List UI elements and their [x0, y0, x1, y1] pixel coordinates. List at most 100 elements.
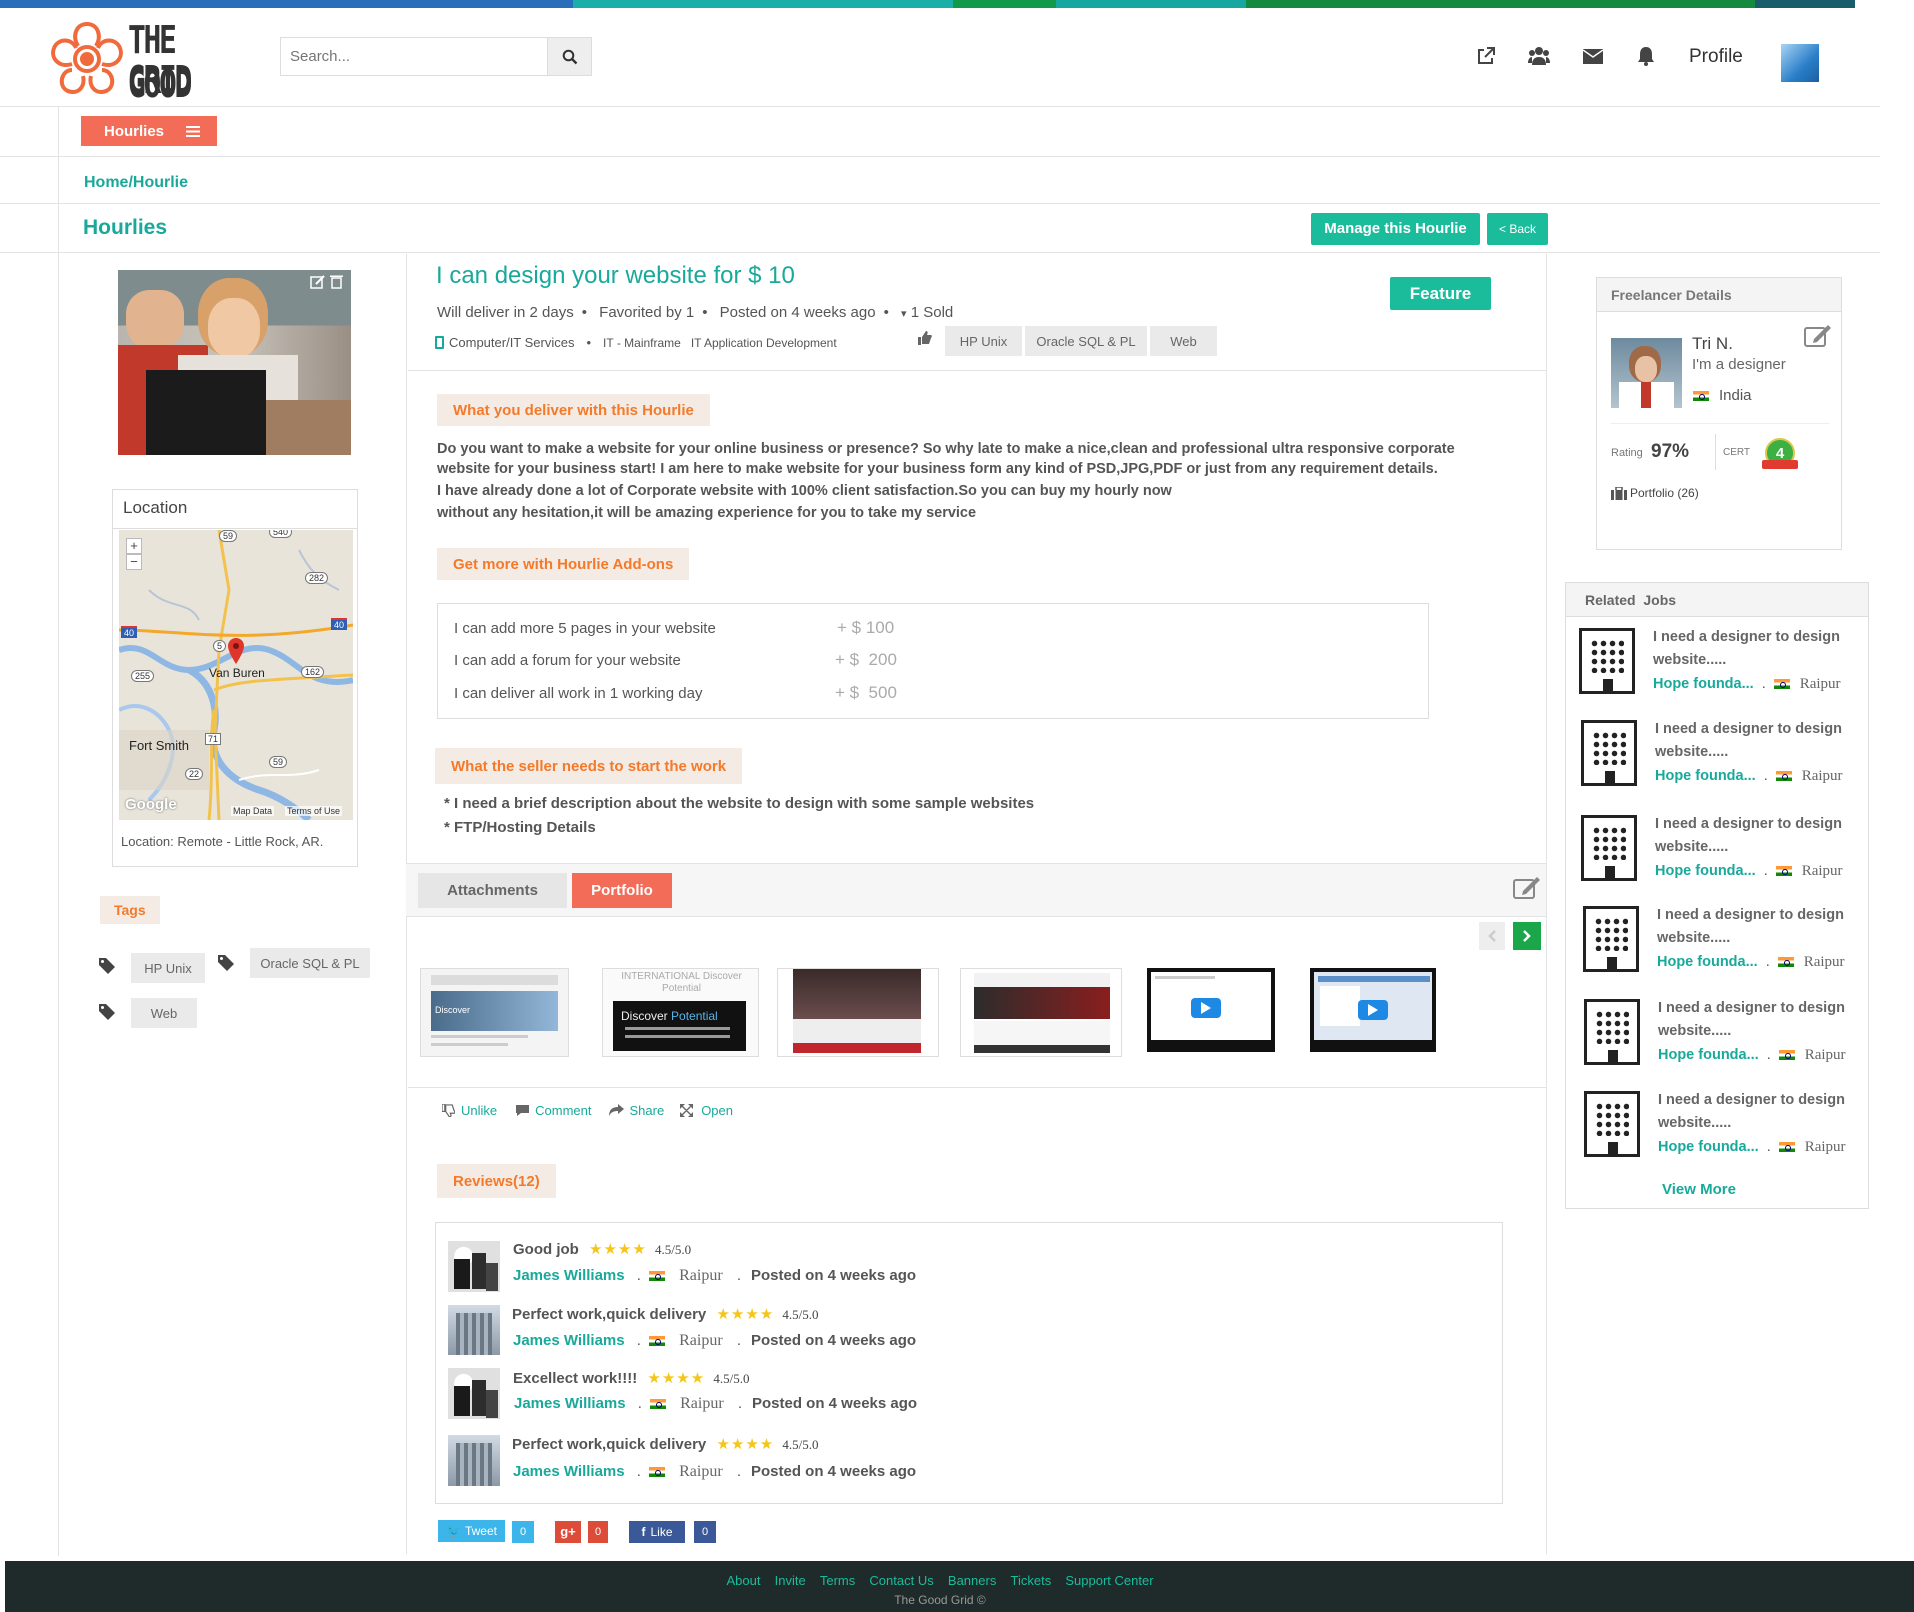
play-icon: [1201, 1002, 1211, 1014]
thumbs-down-icon: [442, 1104, 455, 1117]
building-icon: [1584, 1091, 1640, 1157]
tweet-count: 0: [512, 1521, 534, 1543]
portfolio-thumb[interactable]: INTERNATIONAL Discover Potential Discove…: [602, 968, 759, 1057]
tags-heading: Tags: [100, 896, 160, 924]
breadcrumb[interactable]: Home/Hourlie: [84, 174, 188, 192]
tag-chip[interactable]: Oracle SQL & PL: [250, 948, 370, 978]
related-job-company[interactable]: Hope founda...: [1658, 1139, 1759, 1155]
portfolio-thumb[interactable]: [1147, 968, 1275, 1052]
tag-chip[interactable]: Web: [131, 998, 197, 1028]
freelancer-avatar[interactable]: [1611, 338, 1682, 408]
manage-hourlie-button[interactable]: Manage this Hourlie: [1311, 213, 1480, 245]
map-terms-link[interactable]: Terms of Use: [285, 806, 343, 816]
divider: [408, 370, 1546, 371]
footer-link-banners[interactable]: Banners: [948, 1573, 996, 1588]
location-map[interactable]: + − 59 540 282 40 40 5 255 162 71 59 22 …: [119, 530, 353, 820]
map-road-label: 162: [301, 666, 325, 678]
related-job-company[interactable]: Hope founda...: [1658, 1047, 1759, 1063]
search-button[interactable]: [547, 38, 591, 75]
twitter-icon: 🐦: [446, 1524, 461, 1538]
reviewer-name[interactable]: James Williams: [513, 1463, 625, 1480]
category-link[interactable]: Computer/IT Services: [449, 335, 574, 350]
zoom-out-button[interactable]: −: [126, 554, 142, 570]
location-text: Location: Remote - Little Rock, AR.: [121, 834, 324, 849]
unlike-link[interactable]: Unlike: [461, 1103, 497, 1118]
skill-chip[interactable]: Web: [1150, 326, 1217, 356]
freelancer-panel: Freelancer Details Tri N. I'm a designer…: [1596, 277, 1842, 550]
reviews-heading: Reviews(12): [437, 1164, 556, 1198]
edit-icon[interactable]: [1513, 876, 1541, 900]
addon-price: + $ 200: [835, 650, 897, 669]
related-job-title[interactable]: I need a designer to design website.....: [1658, 1089, 1868, 1135]
search-input[interactable]: [281, 38, 547, 75]
footer-link-contact[interactable]: Contact Us: [869, 1573, 933, 1588]
open-link[interactable]: Open: [701, 1103, 733, 1118]
comment-link[interactable]: Comment: [535, 1103, 591, 1118]
users-icon[interactable]: [1528, 46, 1550, 66]
related-job-title[interactable]: I need a designer to design website.....: [1655, 813, 1865, 859]
skill-chip[interactable]: HP Unix: [945, 326, 1022, 356]
reviewer-name[interactable]: James Williams: [514, 1395, 626, 1412]
review-meta: James Williams . Raipur . Posted on 4 wee…: [514, 1395, 918, 1412]
feature-button[interactable]: Feature: [1390, 277, 1491, 310]
avatar[interactable]: [1781, 44, 1819, 82]
review-meta: James Williams . Raipur . Posted on 4 wee…: [513, 1267, 917, 1284]
related-job-title[interactable]: I need a designer to design website.....: [1657, 904, 1867, 950]
related-job-company[interactable]: Hope founda...: [1655, 863, 1756, 879]
footer-link-about[interactable]: About: [726, 1573, 760, 1588]
subcategory-link[interactable]: IT Application Development: [691, 336, 837, 350]
related-job-company[interactable]: Hope founda...: [1653, 676, 1754, 692]
related-job-company[interactable]: Hope founda...: [1655, 768, 1756, 784]
review-item: Good job ★★★★ 4.5/5.0: [513, 1240, 691, 1258]
related-job-title[interactable]: I need a designer to design website.....: [1658, 997, 1868, 1043]
portfolio-thumb[interactable]: Discover: [420, 968, 569, 1057]
envelope-icon[interactable]: [1583, 49, 1603, 64]
carousel-next-button[interactable]: [1513, 922, 1541, 950]
footer-link-tickets[interactable]: Tickets: [1011, 1573, 1052, 1588]
divider: [0, 203, 1880, 204]
skill-chip[interactable]: Oracle SQL & PL: [1025, 326, 1147, 356]
logo[interactable]: THE GOOD GRID: [46, 18, 246, 106]
portfolio-thumb[interactable]: [1310, 968, 1436, 1052]
requirement-item: * I need a brief description about the w…: [444, 795, 1035, 812]
edit-icon[interactable]: [1804, 324, 1832, 348]
portfolio-thumb[interactable]: [960, 968, 1122, 1057]
reviewer-name[interactable]: James Williams: [513, 1267, 625, 1284]
related-job-title[interactable]: I need a designer to design website.....: [1655, 718, 1865, 764]
tab-attachments[interactable]: Attachments: [418, 873, 567, 908]
footer-link-invite[interactable]: Invite: [775, 1573, 806, 1588]
india-flag-icon: [1693, 391, 1709, 401]
zoom-in-button[interactable]: +: [126, 538, 142, 554]
briefcase-icon: [1611, 487, 1627, 500]
freelancer-name[interactable]: Tri N.: [1692, 334, 1733, 354]
reviewer-name[interactable]: James Williams: [513, 1332, 625, 1349]
profile-link[interactable]: Profile: [1689, 46, 1743, 68]
edit-icon[interactable]: [310, 274, 326, 289]
map-road-label: 255: [131, 670, 155, 682]
page-title: Hourlies: [83, 216, 168, 239]
portfolio-count-link[interactable]: Portfolio (26): [1630, 486, 1699, 500]
bell-icon[interactable]: [1637, 46, 1655, 66]
review-posted: Posted on 4 weeks ago: [751, 1332, 917, 1349]
footer-link-support[interactable]: Support Center: [1065, 1573, 1153, 1588]
related-job-title[interactable]: I need a designer to design website.....: [1653, 626, 1863, 672]
footer-link-terms[interactable]: Terms: [820, 1573, 855, 1588]
tag-chip[interactable]: HP Unix: [131, 953, 205, 983]
facebook-like-button[interactable]: f Like: [629, 1521, 685, 1543]
back-button[interactable]: < Back: [1487, 213, 1548, 245]
map-data-link[interactable]: Map Data: [231, 806, 275, 816]
related-job-company[interactable]: Hope founda...: [1657, 954, 1758, 970]
tab-portfolio[interactable]: Portfolio: [572, 873, 672, 908]
tweet-button[interactable]: 🐦 Tweet: [438, 1520, 505, 1542]
view-more-link[interactable]: View More: [1662, 1181, 1736, 1198]
google-plus-button[interactable]: g+: [555, 1521, 581, 1543]
portfolio-thumb[interactable]: [777, 968, 939, 1057]
review-city: Raipur: [680, 1395, 724, 1412]
share-link[interactable]: Share: [629, 1103, 664, 1118]
external-link-icon[interactable]: [1476, 46, 1496, 66]
trash-icon[interactable]: [330, 274, 343, 289]
carousel-prev-button[interactable]: [1479, 922, 1505, 950]
requirements-heading: What the seller needs to start the work: [435, 748, 743, 784]
hourlies-menu-button[interactable]: Hourlies: [81, 116, 217, 146]
subcategory-link[interactable]: IT - Mainframe: [603, 336, 681, 350]
